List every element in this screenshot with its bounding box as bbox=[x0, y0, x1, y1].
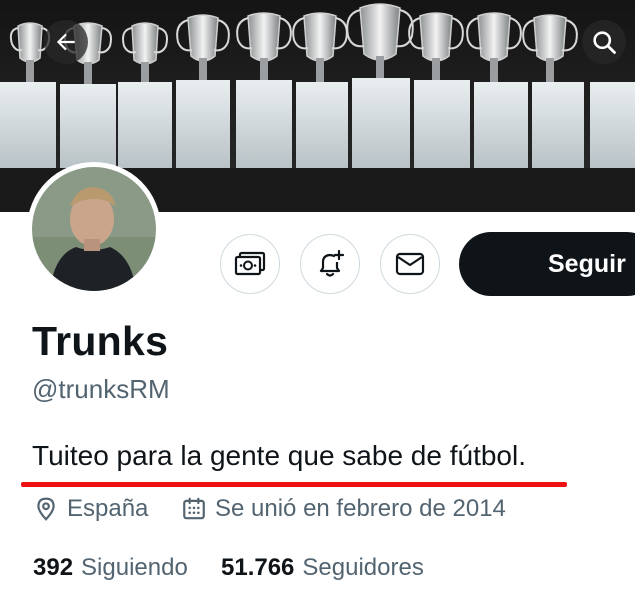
location: España bbox=[33, 495, 148, 523]
followers-count: 51.766 bbox=[221, 554, 295, 581]
user-handle: @trunksRM bbox=[32, 374, 170, 404]
avatar-image bbox=[32, 167, 156, 291]
join-date: Se unió en febrero de 2014 bbox=[181, 495, 506, 523]
search-button[interactable] bbox=[582, 20, 626, 64]
avatar[interactable] bbox=[27, 162, 161, 296]
location-text: España bbox=[67, 495, 149, 522]
display-name: Trunks bbox=[32, 318, 169, 364]
money-icon bbox=[234, 251, 266, 276]
bell-plus-icon bbox=[319, 249, 345, 277]
tip-button[interactable] bbox=[220, 234, 280, 294]
followers-link[interactable]: 51.766 Seguidores bbox=[221, 554, 424, 582]
envelope-icon bbox=[395, 252, 425, 276]
following-label: Siguiendo bbox=[81, 554, 188, 581]
follow-button-label: Seguir bbox=[548, 249, 626, 278]
back-button[interactable] bbox=[44, 20, 88, 64]
following-count: 392 bbox=[33, 554, 74, 581]
followers-label: Seguidores bbox=[302, 554, 424, 581]
red-underline-annotation bbox=[21, 482, 567, 487]
notify-button[interactable] bbox=[300, 234, 360, 294]
following-link[interactable]: 392 Siguiendo bbox=[33, 554, 188, 582]
message-button[interactable] bbox=[380, 234, 440, 294]
join-date-text: Se unió en febrero de 2014 bbox=[215, 495, 506, 522]
back-arrow-icon bbox=[56, 33, 75, 51]
search-icon bbox=[593, 31, 616, 54]
calendar-icon bbox=[183, 497, 205, 520]
follow-button[interactable]: Seguir bbox=[459, 232, 635, 296]
bio: Tuiteo para la gente que sabe de fútbol. bbox=[32, 440, 526, 471]
location-pin-icon bbox=[37, 497, 55, 521]
